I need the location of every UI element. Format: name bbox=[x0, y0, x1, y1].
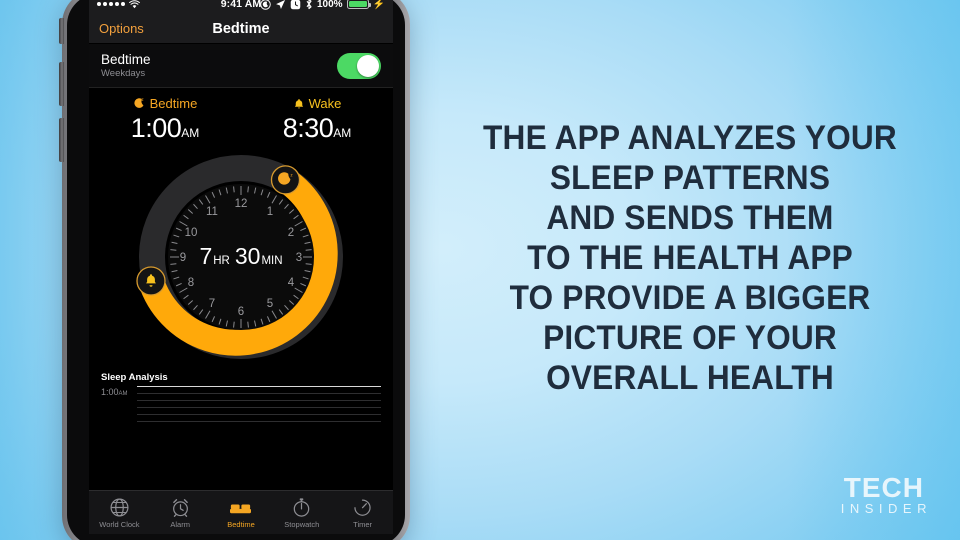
sleep-analysis-title: Sleep Analysis bbox=[101, 372, 168, 383]
axis-label-time: 1:00 bbox=[101, 387, 119, 397]
tab-label-world-clock: World Clock bbox=[99, 519, 140, 529]
tab-label-stopwatch: Stopwatch bbox=[284, 519, 320, 529]
bedtime-value-number: 1:00 bbox=[130, 113, 182, 143]
bedtime-row-subtitle: Weekdays bbox=[101, 68, 146, 79]
svg-text:11: 11 bbox=[206, 206, 218, 218]
mute-switch[interactable] bbox=[59, 18, 64, 44]
bedtime-clock-dial[interactable]: 12 1 2 3 4 5 6 7 8 9 10 11 7HR 30MIN z bbox=[89, 148, 393, 366]
wake-label-group: Wake bbox=[241, 96, 393, 111]
wake-value: 8:30AM bbox=[241, 113, 393, 144]
sleep-analysis-chart: 1:00AM bbox=[101, 386, 381, 428]
svg-text:3: 3 bbox=[296, 252, 302, 264]
headline-line-6: OVERALL HEALTH bbox=[546, 359, 834, 397]
sleep-analysis-gridlines bbox=[137, 386, 381, 428]
timer-icon bbox=[354, 499, 371, 516]
svg-text:12: 12 bbox=[235, 198, 248, 210]
alarm-clock-icon bbox=[172, 498, 188, 517]
status-bar: 9:41 AM 100% ⚡ bbox=[89, 0, 393, 14]
page-title: Bedtime bbox=[212, 20, 270, 37]
bedtime-handle[interactable]: z bbox=[270, 165, 301, 195]
tech-insider-logo: TECH INSIDER bbox=[836, 472, 932, 517]
svg-text:1: 1 bbox=[267, 206, 273, 218]
bedtime-time-column[interactable]: z Bedtime 1:00AM bbox=[89, 96, 241, 144]
tab-bedtime[interactable]: Bedtime bbox=[211, 497, 272, 529]
headline-line-2: AND SENDS THEM bbox=[546, 199, 834, 237]
headline-line-3: TO THE HEALTH APP bbox=[527, 239, 853, 277]
svg-text:7: 7 bbox=[209, 298, 215, 310]
wake-handle[interactable] bbox=[136, 266, 166, 296]
headline-line-1: SLEEP PATTERNS bbox=[549, 159, 831, 197]
bell-icon bbox=[294, 98, 303, 108]
duration-hours: 7 bbox=[199, 243, 212, 269]
tab-label-bedtime: Bedtime bbox=[227, 519, 255, 529]
phone-screen: 9:41 AM 100% ⚡ Options Bedtime Bedtime W… bbox=[89, 0, 393, 534]
tab-alarm[interactable]: Alarm bbox=[150, 497, 211, 529]
logo-line-tech: TECH bbox=[843, 472, 924, 503]
volume-up-button[interactable] bbox=[59, 62, 64, 106]
globe-icon bbox=[110, 497, 129, 517]
location-arrow-icon bbox=[276, 0, 285, 9]
stopwatch-icon bbox=[293, 497, 310, 517]
svg-text:10: 10 bbox=[185, 227, 198, 239]
wake-label: Wake bbox=[308, 96, 342, 111]
tab-stopwatch[interactable]: Stopwatch bbox=[271, 497, 332, 529]
moon-zzz-icon: z bbox=[134, 97, 143, 108]
bedtime-label-group: z Bedtime bbox=[89, 96, 241, 111]
volume-down-button[interactable] bbox=[59, 118, 64, 162]
bedtime-row-title: Bedtime bbox=[101, 52, 151, 67]
svg-text:4: 4 bbox=[288, 277, 295, 289]
sleep-analysis-axis-label: 1:00AM bbox=[101, 386, 137, 397]
alarm-clock-icon bbox=[290, 0, 301, 9]
bed-icon bbox=[230, 503, 252, 513]
duration-minutes-unit: MIN bbox=[261, 255, 282, 267]
logo-line-insider: INSIDER bbox=[840, 501, 932, 516]
tab-bar: World Clock Alarm Bedtime Stopwatch Time… bbox=[89, 490, 393, 534]
svg-text:8: 8 bbox=[188, 277, 194, 289]
bedtime-wake-times: z Bedtime 1:00AM Wake 8:30AM bbox=[89, 88, 393, 148]
bedtime-value-meridiem: AM bbox=[181, 126, 200, 140]
headline-line-0: THE APP ANALYZES YOUR bbox=[483, 119, 897, 157]
bedtime-toggle-switch[interactable] bbox=[337, 52, 381, 79]
tab-world-clock[interactable]: World Clock bbox=[89, 497, 150, 529]
lightning-bolt-icon: ⚡ bbox=[372, 0, 385, 10]
bedtime-settings-row[interactable]: Bedtime Weekdays bbox=[89, 44, 393, 88]
moon-circle-icon bbox=[260, 0, 271, 10]
wake-value-number: 8:30 bbox=[282, 113, 334, 143]
svg-text:5: 5 bbox=[267, 298, 273, 310]
bluetooth-icon bbox=[306, 0, 312, 10]
status-bar-right: 100% ⚡ bbox=[260, 0, 385, 10]
wake-value-meridiem: AM bbox=[333, 126, 352, 140]
headline-line-5: PICTURE OF YOUR bbox=[543, 319, 837, 357]
axis-label-meridiem: AM bbox=[118, 391, 128, 397]
tab-label-alarm: Alarm bbox=[170, 519, 190, 529]
duration-hours-unit: HR bbox=[213, 255, 230, 267]
tab-timer[interactable]: Timer bbox=[332, 497, 393, 529]
svg-text:6: 6 bbox=[238, 306, 244, 318]
duration-minutes: 30 bbox=[235, 243, 261, 269]
bedtime-value: 1:00AM bbox=[89, 113, 241, 144]
headline-line-4: TO PROVIDE A BIGGER bbox=[509, 279, 871, 317]
tab-label-timer: Timer bbox=[353, 519, 373, 529]
iphone-mockup: 9:41 AM 100% ⚡ Options Bedtime Bedtime W… bbox=[59, 0, 410, 540]
headline-text: THE APP ANALYZES YOUR SLEEP PATTERNS AND S… bbox=[448, 118, 932, 398]
svg-text:z: z bbox=[141, 97, 143, 102]
battery-percent-label: 100% bbox=[316, 0, 343, 10]
nav-bar: Options Bedtime bbox=[89, 14, 393, 44]
bedtime-row-texts: Bedtime Weekdays bbox=[101, 52, 151, 79]
svg-text:9: 9 bbox=[180, 252, 186, 264]
svg-text:2: 2 bbox=[288, 227, 294, 239]
wake-time-column[interactable]: Wake 8:30AM bbox=[241, 96, 393, 144]
sleep-analysis-section[interactable]: Sleep Analysis 1:00AM bbox=[89, 366, 393, 432]
bedtime-label: Bedtime bbox=[149, 96, 198, 111]
battery-icon bbox=[346, 0, 371, 9]
